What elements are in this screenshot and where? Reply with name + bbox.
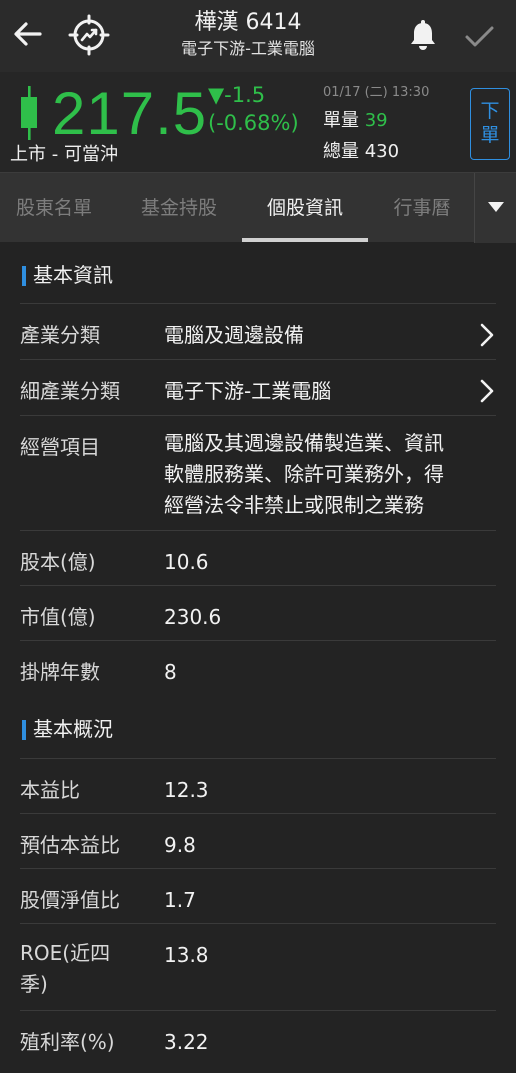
back-icon[interactable] <box>10 16 46 52</box>
row-value: 10.6 <box>164 550 209 574</box>
tab-bar: 股東名單 基金持股 個股資訊 行事曆 <box>0 172 516 243</box>
overview-row-yield: 殖利率(%) 3.22 <box>20 1010 496 1066</box>
row-label: 股價淨值比 <box>20 888 120 912</box>
row-value: 230.6 <box>164 605 222 629</box>
section-header-basic-info: 基本資訊 <box>0 244 516 304</box>
row-value: 9.8 <box>164 833 196 857</box>
row-label: 殖利率(%) <box>20 1030 115 1054</box>
row-label: 預估本益比 <box>20 833 120 857</box>
row-label-multiline: ROE(近四 季) <box>20 938 110 1000</box>
tab-more-dropdown[interactable] <box>474 173 516 243</box>
info-row-capital: 股本(億) 10.6 <box>20 530 496 585</box>
total-volume-label: 總量 <box>323 141 359 162</box>
unit-volume-label: 單量 <box>323 110 359 131</box>
triangle-down-icon <box>488 202 504 212</box>
tab-shareholders[interactable]: 股東名單 <box>0 173 108 243</box>
row-value: 電腦及週邊設備 <box>164 323 304 347</box>
info-row-business-scope: 經營項目 電腦及其週邊設備製造業、資訊 軟體服務業、除許可業務外，得 經營法令非… <box>20 415 496 530</box>
row-label: 市值(億) <box>20 605 96 629</box>
info-row-industry[interactable]: 產業分類 電腦及週邊設備 <box>20 303 496 359</box>
quote-panel: 217.5 ▼-1.5 (-0.68%) 上市 - 可當沖 01/17 (二) … <box>0 72 516 172</box>
stock-name: 樺漢 6414 <box>194 10 302 35</box>
section-accent-bar <box>22 266 26 286</box>
info-row-sub-industry[interactable]: 細產業分類 電子下游-工業電腦 <box>20 359 496 415</box>
row-value-multiline: 電腦及其週邊設備製造業、資訊 軟體服務業、除許可業務外，得 經營法令非禁止或限制… <box>164 428 496 521</box>
info-row-market-cap: 市值(億) 230.6 <box>20 585 496 640</box>
top-bar: 樺漢 6414 電子下游-工業電腦 <box>0 0 516 72</box>
quote-datetime: 01/17 (二) 13:30 <box>323 85 430 100</box>
overview-row-pe: 本益比 12.3 <box>20 758 496 813</box>
price-change: ▼-1.5 <box>208 83 266 107</box>
label-line: 季) <box>20 972 48 996</box>
row-label: 掛牌年數 <box>20 660 100 684</box>
row-value: 1.7 <box>164 888 196 912</box>
stock-sub-industry: 電子下游-工業電腦 <box>181 39 315 58</box>
row-label: 本益比 <box>20 778 80 802</box>
chevron-right-icon <box>480 323 494 347</box>
section-header-overview: 基本概況 <box>0 698 516 758</box>
candlestick-icon <box>18 86 40 140</box>
checkmark-icon[interactable] <box>461 18 497 54</box>
overview-row-forward-pe: 預估本益比 9.8 <box>20 813 496 868</box>
section-title: 基本概況 <box>33 717 113 741</box>
section-title: 基本資訊 <box>33 263 113 287</box>
value-line: 經營法令非禁止或限制之業務 <box>164 493 424 517</box>
tab-fund-holdings[interactable]: 基金持股 <box>116 173 242 243</box>
tab-calendar[interactable]: 行事曆 <box>374 173 470 243</box>
value-line: 電腦及其週邊設備製造業、資訊 <box>164 431 444 455</box>
active-tab-indicator <box>242 238 368 242</box>
place-order-button[interactable]: 下 單 <box>470 88 510 160</box>
row-value: 3.22 <box>164 1030 209 1054</box>
row-value: 12.3 <box>164 778 209 802</box>
info-row-listing-years: 掛牌年數 8 <box>20 640 496 696</box>
order-button-char-1: 下 <box>480 100 500 122</box>
row-label: 股本(億) <box>20 550 96 574</box>
row-label: 產業分類 <box>20 323 100 347</box>
row-value: 13.8 <box>164 943 209 967</box>
price-change-percent: (-0.68%) <box>208 111 299 135</box>
row-label: 細產業分類 <box>20 379 120 403</box>
crosshair-trend-icon[interactable] <box>68 14 110 56</box>
stock-title: 樺漢 6414 電子下游-工業電腦 <box>130 8 366 60</box>
row-label: 經營項目 <box>20 435 100 459</box>
total-volume-value: 430 <box>364 141 400 162</box>
order-button-char-2: 單 <box>480 124 500 146</box>
row-value: 電子下游-工業電腦 <box>164 379 332 403</box>
chevron-right-icon <box>480 379 494 403</box>
label-line: ROE(近四 <box>20 941 111 965</box>
overview-row-pb: 股價淨值比 1.7 <box>20 868 496 923</box>
row-value: 8 <box>164 660 177 684</box>
total-volume-row: 總量 430 <box>323 139 399 165</box>
bell-icon[interactable] <box>404 17 442 55</box>
market-status: 上市 - 可當沖 <box>10 144 118 165</box>
section-accent-bar <box>22 720 26 740</box>
current-price: 217.5 <box>52 80 208 147</box>
tab-stock-info[interactable]: 個股資訊 <box>242 173 368 243</box>
overview-row-roe: ROE(近四 季) 13.8 <box>20 923 496 1010</box>
unit-volume-value: 39 <box>364 110 388 131</box>
unit-volume-row: 單量 39 <box>323 108 388 134</box>
value-line: 軟體服務業、除許可業務外，得 <box>164 462 444 486</box>
